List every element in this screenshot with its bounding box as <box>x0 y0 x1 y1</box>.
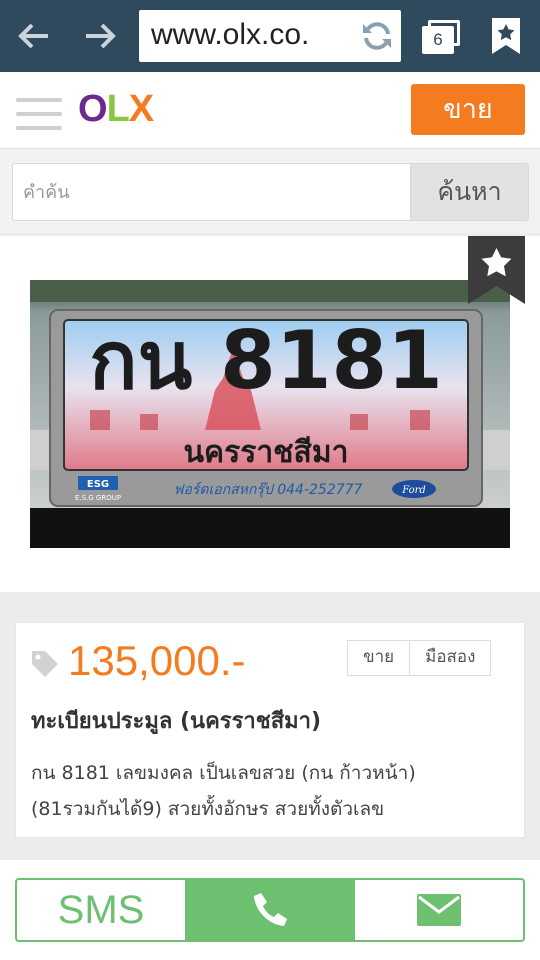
envelope-icon <box>417 894 461 926</box>
call-button[interactable] <box>185 878 355 942</box>
back-arrow-icon[interactable] <box>14 16 54 56</box>
tabs-icon[interactable]: 6 <box>420 16 464 56</box>
phone-icon <box>254 893 287 926</box>
menu-icon[interactable] <box>16 98 62 132</box>
reload-icon[interactable] <box>359 18 395 54</box>
email-button[interactable] <box>355 878 525 942</box>
search-button[interactable]: ค้นหา <box>410 163 529 221</box>
listing-price: 135,000.- <box>68 637 246 684</box>
frame-dealer-text: ฟอร์ดเอกสหกรุ๊ป 044-252777 <box>174 481 363 498</box>
description-line: (81รวมกันได้9) สวยทั้งอักษร สวยทั้งตัวเล… <box>31 798 385 820</box>
listing-badges: ขาย มือสอง <box>347 640 492 676</box>
address-bar[interactable]: www.olx.co. <box>139 10 401 62</box>
badge-sell: ขาย <box>363 647 395 667</box>
price-tag-icon <box>32 651 58 677</box>
plate-province: นครราชสีมา <box>184 435 349 470</box>
site-header: OLX ขาย <box>0 72 540 149</box>
browser-toolbar: www.olx.co. 6 <box>0 0 540 72</box>
listing-info-card: 135,000.- ขาย มือสอง ทะเบียนประมูล (นครร… <box>15 622 525 838</box>
ford-logo: Ford <box>401 485 426 496</box>
listing-photo[interactable]: กน 8181 นครราชสีมา ESG E.S.G GROUP ฟอร์ด… <box>30 280 510 548</box>
search-bar: ค้นหา <box>0 149 540 233</box>
olx-logo[interactable]: OLX <box>78 88 154 131</box>
contact-actions: SMS <box>0 860 540 960</box>
frame-tag: ESG <box>87 479 109 490</box>
sell-button[interactable]: ขาย <box>411 84 525 135</box>
plate-number: กน 8181 <box>89 314 443 407</box>
listing-title: ทะเบียนประมูล (นครราชสีมา) <box>31 709 322 734</box>
listing-description: กน 8181 เลขมงคล เป็นเลขสวย (กน ก้าวหน้า)… <box>31 755 516 827</box>
frame-tag-sub: E.S.G GROUP <box>75 494 121 502</box>
tab-count: 6 <box>422 26 454 54</box>
sms-button[interactable]: SMS <box>15 878 185 942</box>
favorite-star-icon[interactable] <box>468 236 525 304</box>
search-input[interactable] <box>12 163 410 221</box>
badge-condition: มือสอง <box>409 641 490 675</box>
description-line: กน 8181 เลขมงคล เป็นเลขสวย (กน ก้าวหน้า) <box>31 762 416 784</box>
forward-arrow-icon[interactable] <box>80 16 120 56</box>
bookmark-star-icon[interactable] <box>492 18 520 54</box>
listing-photo-card: กน 8181 นครราชสีมา ESG E.S.G GROUP ฟอร์ด… <box>0 236 540 592</box>
url-text: www.olx.co. <box>151 18 310 51</box>
